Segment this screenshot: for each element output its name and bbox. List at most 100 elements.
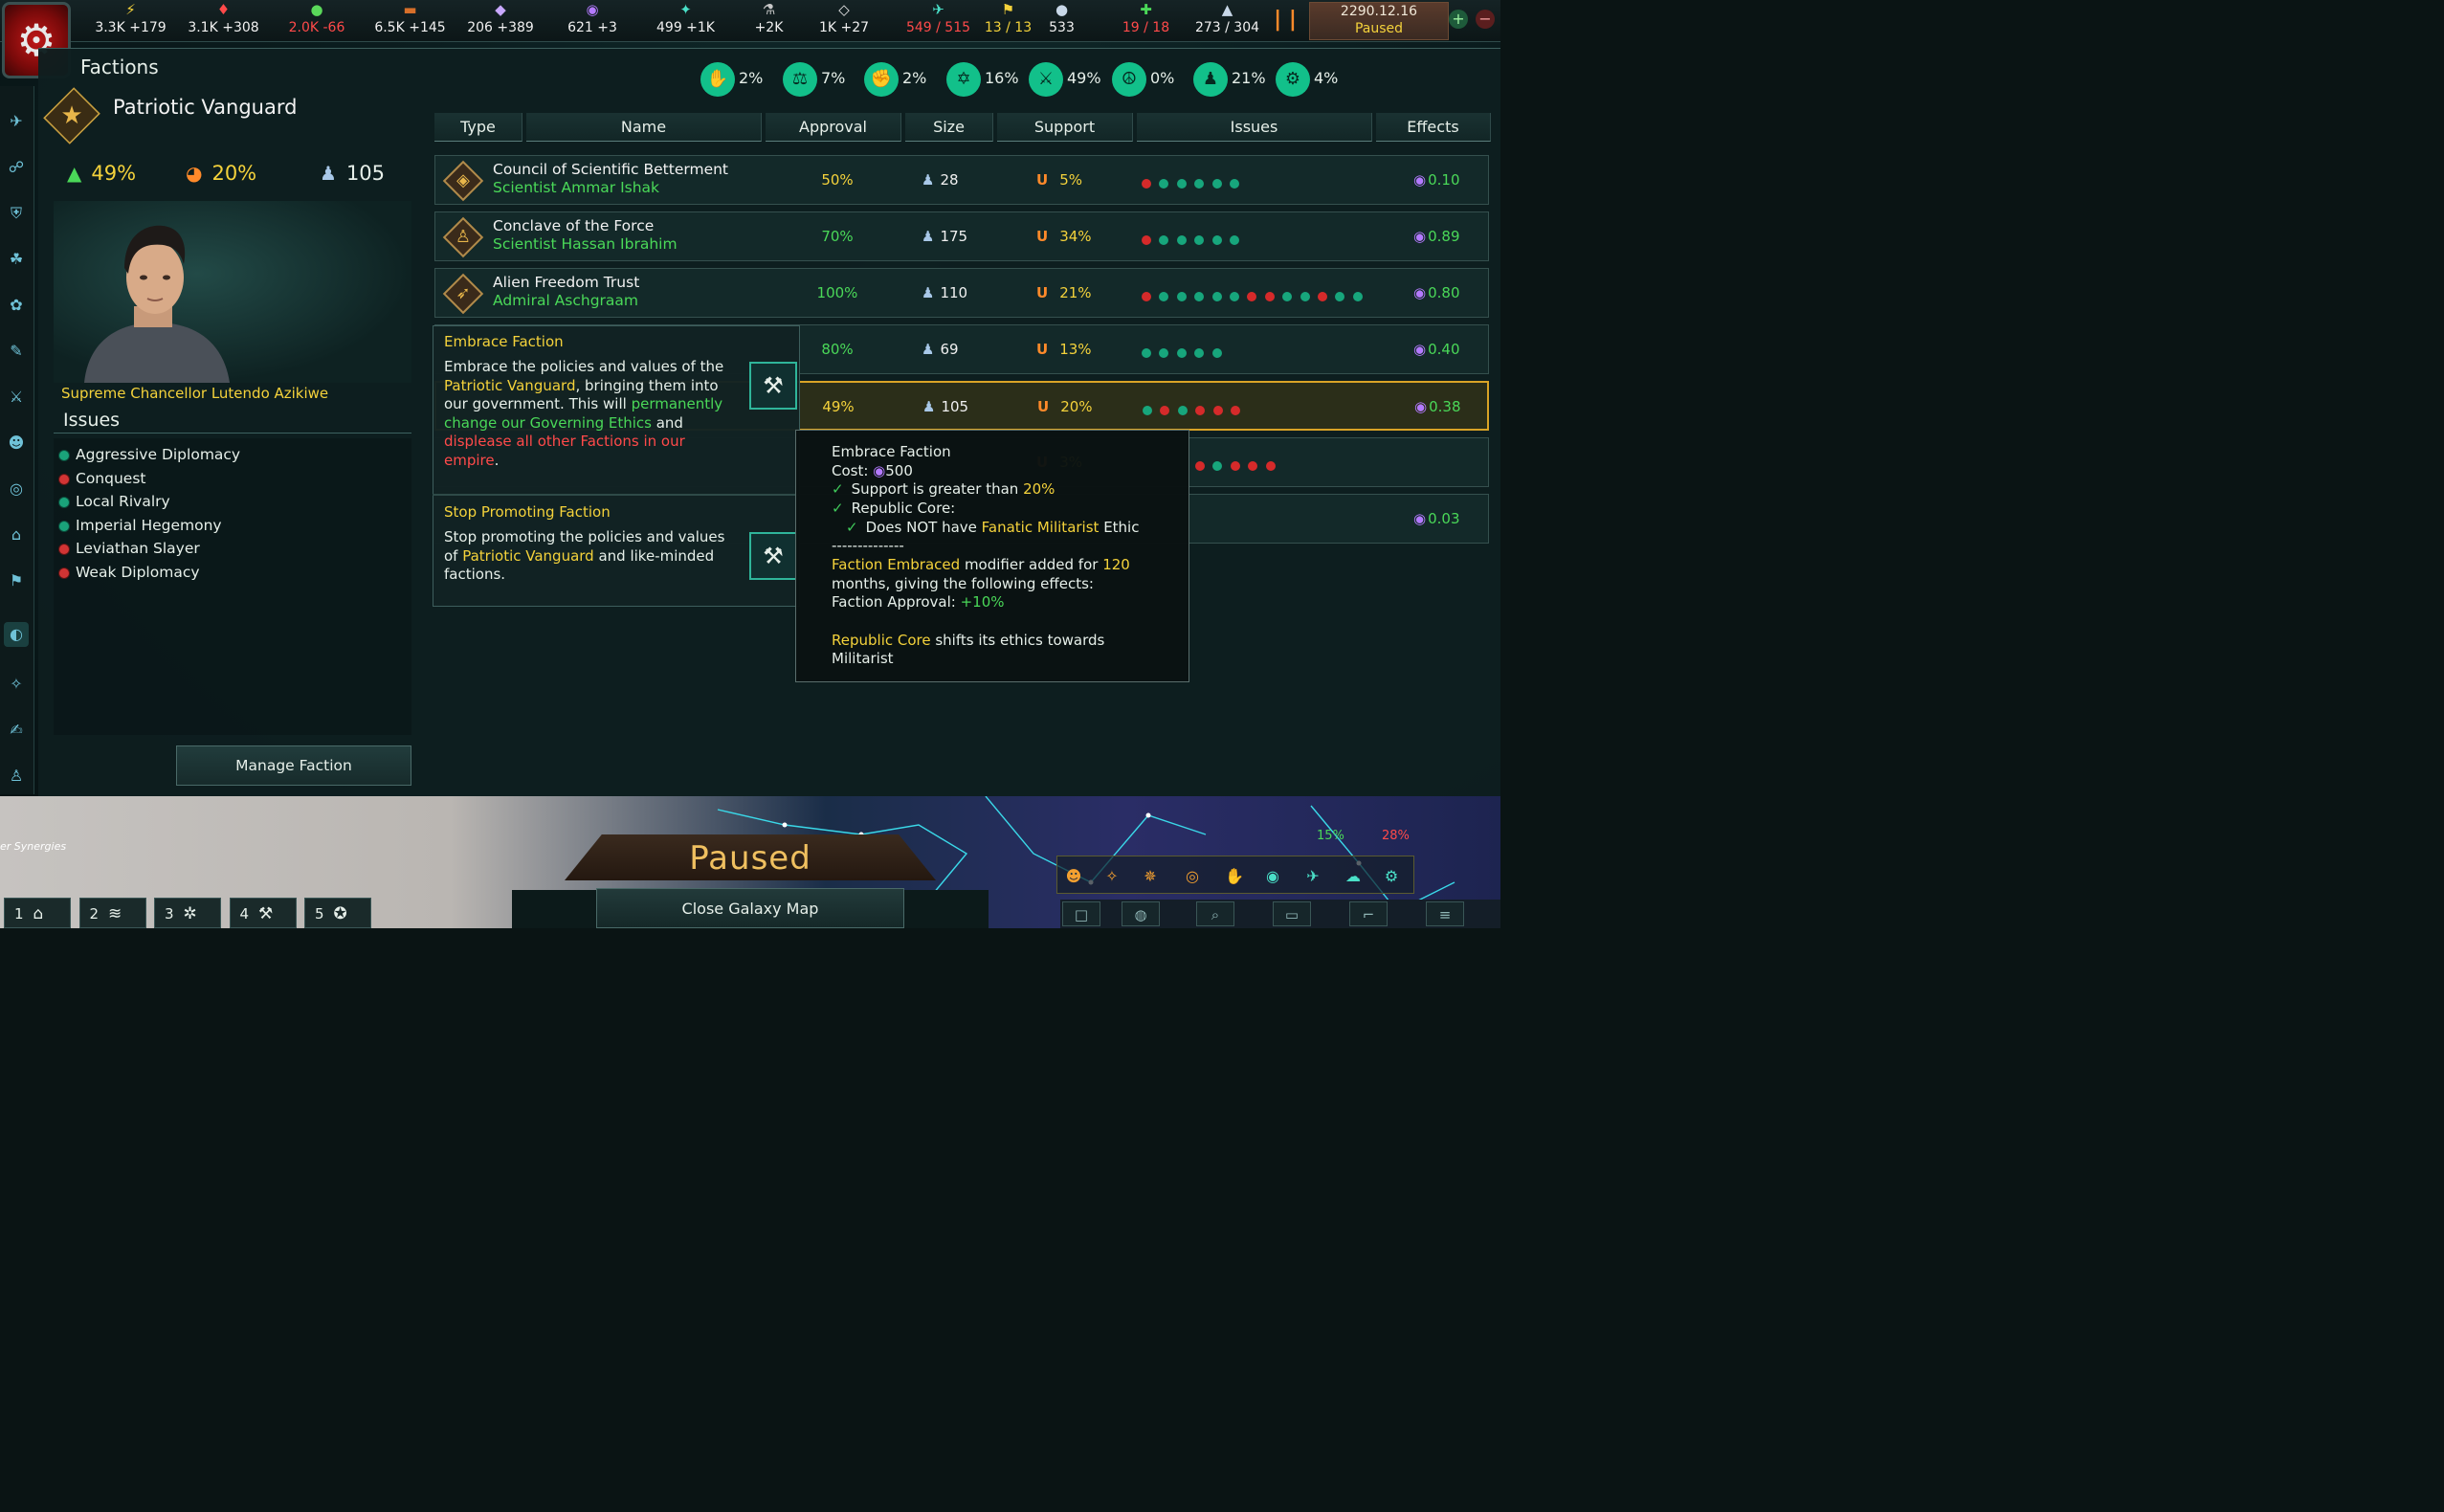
faction-row[interactable]: ◈ Council of Scientific Betterment Scienti… xyxy=(434,155,1489,205)
ethic-militarist[interactable]: ⚔ 49% xyxy=(1029,59,1101,98)
row-effect: ◉ 0.89 xyxy=(1413,228,1460,245)
resource-unity[interactable]: ✦ 499 +1K xyxy=(650,0,722,42)
col-approval[interactable]: Approval xyxy=(766,113,901,142)
resource-food[interactable]: ● 2.0K -66 xyxy=(277,0,357,42)
mapmode-vision-icon[interactable]: ◉ xyxy=(1261,865,1284,888)
speed-down-button[interactable]: − xyxy=(1476,10,1495,29)
manage-faction-button[interactable]: Manage Faction xyxy=(176,745,411,786)
species-icon[interactable]: ☘ xyxy=(4,247,29,272)
percent-right: 28% xyxy=(1382,829,1410,843)
search-icon[interactable]: ⌕ xyxy=(1196,901,1234,926)
row-effect: ◉ 0.10 xyxy=(1413,171,1460,189)
edicts-icon[interactable]: ✎ xyxy=(4,339,29,364)
approved-dot-icon xyxy=(1211,235,1222,245)
resource-envoy[interactable]: ▲ 273 / 304 xyxy=(1183,0,1272,42)
date-display[interactable]: 2290.12.16 Paused xyxy=(1309,2,1449,40)
ethic-egalitarian[interactable]: ⚖ 7% xyxy=(783,59,845,98)
col-name[interactable]: Name xyxy=(526,113,762,142)
control-tab-2[interactable]: 2 ≋ xyxy=(78,898,146,928)
mapmode-link-icon[interactable]: ⚙ xyxy=(1380,865,1403,888)
pause-button[interactable]: | | xyxy=(1273,8,1298,33)
mapmode-cloud-icon[interactable]: ☁ xyxy=(1342,865,1365,888)
disapproved-dot-icon xyxy=(59,474,69,484)
menu-icon[interactable]: ≡ xyxy=(1426,901,1464,926)
col-support[interactable]: Support xyxy=(997,113,1133,142)
technology-icon[interactable]: ⚔ xyxy=(4,385,29,410)
situation-log-icon[interactable]: ◎ xyxy=(4,477,29,501)
support-u-icon: U xyxy=(1037,398,1050,415)
stop-promoting-gavel-button[interactable]: ⚒ xyxy=(749,532,797,580)
resource-alloys[interactable]: ◆ 206 +389 xyxy=(460,0,541,42)
ethic-authoritarian[interactable]: ♟ 21% xyxy=(1193,59,1266,98)
col-type[interactable]: Type xyxy=(434,113,522,142)
resource-fleet-capacity[interactable]: ✈ 549 / 515 xyxy=(894,0,983,42)
embrace-gavel-button[interactable]: ⚒ xyxy=(749,362,797,410)
traditions-icon[interactable]: ☻ xyxy=(4,431,29,456)
row-effect: ◉ 0.80 xyxy=(1413,284,1460,301)
unity-icon: ✦ xyxy=(679,1,692,18)
messages-icon[interactable]: ▭ xyxy=(1273,901,1311,926)
ethic-materialist[interactable]: ⚙ 4% xyxy=(1276,59,1338,98)
contacts-icon[interactable]: ☍ xyxy=(4,155,29,180)
resource-minerals[interactable]: ♦ 3.1K +308 xyxy=(179,0,268,42)
resource-energy[interactable]: ⚡ 3.3K +179 xyxy=(86,0,175,42)
mapmode-hyperlane-icon[interactable]: ✈ xyxy=(1301,865,1324,888)
col-size[interactable]: Size xyxy=(905,113,993,142)
ethic-xenophile[interactable]: ✋ 2% xyxy=(700,59,763,98)
check-icon: ✓ xyxy=(846,519,858,536)
tab-number: 3 xyxy=(165,905,174,923)
resource-colony[interactable]: ✚ 19 / 18 xyxy=(1110,0,1182,42)
control-tab-5[interactable]: 5 ✪ xyxy=(304,898,371,928)
col-issues[interactable]: Issues xyxy=(1137,113,1372,142)
relics-icon[interactable]: ✧ xyxy=(4,672,29,697)
speed-up-button[interactable]: + xyxy=(1449,10,1468,29)
galaxy-icon[interactable]: ◍ xyxy=(1122,901,1160,926)
resource-naval-capacity[interactable]: ◇ 1K +27 xyxy=(812,0,876,42)
resource-influence[interactable]: ◉ 621 +3 xyxy=(561,0,624,42)
planets-icon[interactable]: ⛨ xyxy=(4,201,29,226)
mapmode-diplomacy-icon[interactable]: ✋ xyxy=(1223,865,1246,888)
issue-item: Leviathan Slayer xyxy=(59,538,200,559)
xenophobe-icon: ✊ xyxy=(864,61,899,97)
ethic-spiritualist[interactable]: ✡ 16% xyxy=(946,59,1019,98)
mapmode-species-icon[interactable]: ☻ xyxy=(1062,865,1085,888)
pop-icon: ♟ xyxy=(922,171,935,189)
col-effects[interactable]: Effects xyxy=(1376,113,1491,142)
policies-icon[interactable]: ✿ xyxy=(4,293,29,318)
resource-consumer-goods[interactable]: ▬ 6.5K +145 xyxy=(366,0,455,42)
government-icon[interactable]: ✈ xyxy=(4,109,29,134)
mapmode-military-icon[interactable]: ✵ xyxy=(1139,865,1162,888)
faction-row[interactable]: ➶ Alien Freedom Trust Admiral Aschgraam 100… xyxy=(434,268,1489,318)
resource-research[interactable]: ⚗ +2K xyxy=(750,0,788,42)
expand-icon[interactable]: ⌐ xyxy=(1349,901,1388,926)
control-tab-4[interactable]: 4 ⚒ xyxy=(229,898,297,928)
row-leader-name[interactable]: Scientist Ammar Ishak xyxy=(493,179,728,197)
leaders-icon[interactable]: ♙ xyxy=(4,764,29,789)
approved-dot-icon xyxy=(1176,179,1187,189)
ethic-xenophobe[interactable]: ✊ 2% xyxy=(864,59,926,98)
row-leader-name[interactable]: Admiral Aschgraam xyxy=(493,292,639,310)
control-tab-3[interactable]: 3 ✲ xyxy=(154,898,221,928)
factions-icon[interactable]: ◐ xyxy=(4,622,29,647)
resource-pops[interactable]: ● 533 xyxy=(1043,0,1080,42)
mapmode-target-icon[interactable]: ◎ xyxy=(1181,865,1204,888)
mapmode-trade-icon[interactable]: ✧ xyxy=(1100,865,1123,888)
close-galaxy-map-button[interactable]: Close Galaxy Map xyxy=(596,888,904,928)
archaeology-icon[interactable]: ✍ xyxy=(4,718,29,743)
approved-dot-icon xyxy=(1211,348,1222,358)
expansion-icon[interactable]: ⌂ xyxy=(4,523,29,547)
row-faction-name: Council of Scientific Betterment xyxy=(493,161,729,178)
faction-name: Patriotic Vanguard xyxy=(113,96,298,119)
fleet-manager-icon[interactable]: ⚑ xyxy=(4,568,29,593)
control-tab-1[interactable]: 1 ⌂ xyxy=(4,898,71,928)
faction-row[interactable]: ♙ Conclave of the Force Scientist Hassan I… xyxy=(434,211,1489,261)
support-u-icon: U xyxy=(1036,171,1049,189)
outliner-toggle-icon[interactable]: □ xyxy=(1062,901,1100,926)
ethic-pacifist[interactable]: ☮ 0% xyxy=(1112,59,1174,98)
issue-label: Imperial Hegemony xyxy=(76,516,222,534)
leader-name[interactable]: Supreme Chancellor Lutendo Azikiwe xyxy=(61,385,328,402)
tab-icon: ✲ xyxy=(183,904,197,923)
resource-starbase[interactable]: ⚑ 13 / 13 xyxy=(972,0,1044,42)
row-leader-name[interactable]: Scientist Hassan Ibrahim xyxy=(493,235,678,254)
outliner-sidebar: ✈ ☍ ⛨ ☘ ✿ ✎ ⚔ ☻ ◎ ⌂ ⚑ ◐ ✧ ✍ ♙ xyxy=(0,86,34,794)
